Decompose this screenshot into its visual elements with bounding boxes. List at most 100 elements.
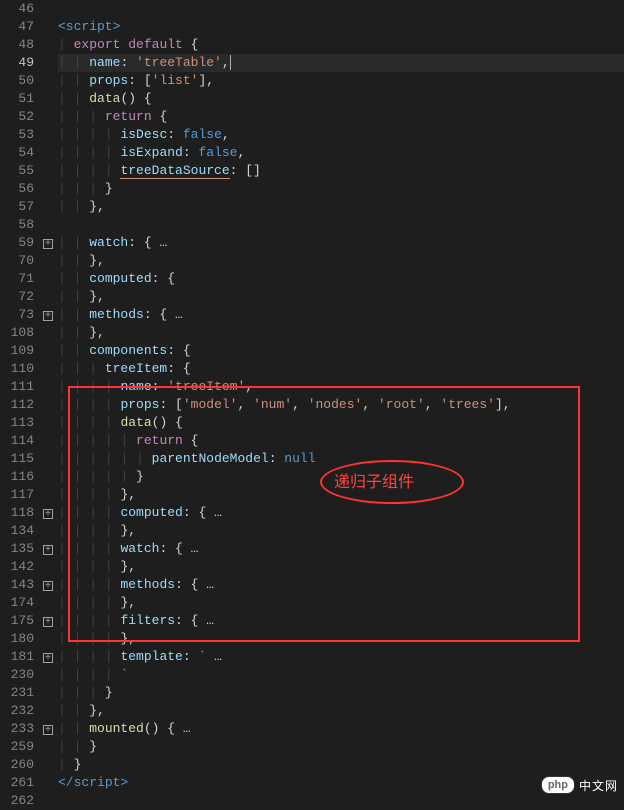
code-line[interactable]: <script> bbox=[58, 18, 624, 36]
indent-guide: | bbox=[58, 469, 74, 484]
indent-guide: | bbox=[74, 721, 90, 736]
code-line[interactable]: | | methods: { … bbox=[58, 306, 624, 324]
indent-guide: | bbox=[89, 127, 105, 142]
fold-expand-icon[interactable]: + bbox=[43, 653, 53, 663]
fold-cell[interactable]: + bbox=[40, 612, 56, 630]
indent-guide: | bbox=[74, 163, 90, 178]
code-line[interactable] bbox=[58, 0, 624, 18]
code-line[interactable]: </script> bbox=[58, 774, 624, 792]
code-line[interactable]: | | mounted() { … bbox=[58, 720, 624, 738]
code-line[interactable]: | | | | ` bbox=[58, 666, 624, 684]
fold-cell[interactable]: + bbox=[40, 234, 56, 252]
code-line[interactable]: | export default { bbox=[58, 36, 624, 54]
token-prop: props bbox=[120, 397, 159, 412]
token-ellip: … bbox=[183, 541, 199, 556]
code-line[interactable]: | } bbox=[58, 756, 624, 774]
indent-guide: | bbox=[89, 667, 105, 682]
code-line[interactable]: | | }, bbox=[58, 252, 624, 270]
code-line[interactable]: | | | return { bbox=[58, 108, 624, 126]
fold-expand-icon[interactable]: + bbox=[43, 725, 53, 735]
fold-expand-icon[interactable]: + bbox=[43, 509, 53, 519]
code-line[interactable]: | | data() { bbox=[58, 90, 624, 108]
indent-guide: | bbox=[89, 595, 105, 610]
indent-guide: | bbox=[89, 433, 105, 448]
code-line[interactable]: | | | | computed: { … bbox=[58, 504, 624, 522]
code-line[interactable]: | | | | filters: { … bbox=[58, 612, 624, 630]
token-punc: } bbox=[89, 739, 97, 754]
code-line[interactable]: | | | | }, bbox=[58, 630, 624, 648]
line-number: 111 bbox=[0, 378, 40, 396]
code-line[interactable]: | | }, bbox=[58, 198, 624, 216]
fold-cell bbox=[40, 684, 56, 702]
indent-guide: | bbox=[105, 451, 121, 466]
code-editor[interactable]: 4647484950515253545556575859707172731081… bbox=[0, 0, 624, 800]
code-line[interactable]: | | | | watch: { … bbox=[58, 540, 624, 558]
code-line[interactable]: | | | | isExpand: false, bbox=[58, 144, 624, 162]
code-line[interactable]: | | | | | | parentNodeModel: null bbox=[58, 450, 624, 468]
line-number: 230 bbox=[0, 666, 40, 684]
indent-guide: | bbox=[74, 685, 90, 700]
fold-cell[interactable]: + bbox=[40, 720, 56, 738]
code-line[interactable]: | | | | name: 'treeItem', bbox=[58, 378, 624, 396]
code-line[interactable]: | | | treeItem: { bbox=[58, 360, 624, 378]
code-line[interactable]: | | components: { bbox=[58, 342, 624, 360]
code-line[interactable]: | | watch: { … bbox=[58, 234, 624, 252]
code-line[interactable]: | | props: ['list'], bbox=[58, 72, 624, 90]
code-line[interactable]: | | | | | return { bbox=[58, 432, 624, 450]
token-prop: name bbox=[89, 55, 120, 70]
fold-cell[interactable]: + bbox=[40, 306, 56, 324]
code-line[interactable]: | | | } bbox=[58, 180, 624, 198]
fold-expand-icon[interactable]: + bbox=[43, 617, 53, 627]
code-line[interactable]: | | | | }, bbox=[58, 522, 624, 540]
code-line[interactable]: | | }, bbox=[58, 702, 624, 720]
token-punc: , bbox=[222, 127, 230, 142]
fold-expand-icon[interactable]: + bbox=[43, 545, 53, 555]
code-line[interactable]: | | }, bbox=[58, 324, 624, 342]
token-prop: parentNodeModel bbox=[152, 451, 269, 466]
indent-guide: | bbox=[58, 127, 74, 142]
token-tag: <script> bbox=[58, 19, 120, 34]
indent-guide: | bbox=[74, 73, 90, 88]
code-line[interactable]: | | | | isDesc: false, bbox=[58, 126, 624, 144]
fold-cell[interactable]: + bbox=[40, 540, 56, 558]
code-area[interactable]: <script> | export default {| | name: 'tre… bbox=[56, 0, 624, 800]
code-line[interactable]: | | } bbox=[58, 738, 624, 756]
fold-expand-icon[interactable]: + bbox=[43, 581, 53, 591]
indent-guide: | bbox=[58, 685, 74, 700]
code-line[interactable]: | | | | }, bbox=[58, 594, 624, 612]
code-line[interactable]: | | | | data() { bbox=[58, 414, 624, 432]
code-line[interactable]: | | | | }, bbox=[58, 486, 624, 504]
token-punc: : { bbox=[159, 541, 182, 556]
code-line[interactable]: | | computed: { bbox=[58, 270, 624, 288]
indent-guide: | bbox=[58, 397, 74, 412]
fold-cell bbox=[40, 450, 56, 468]
fold-expand-icon[interactable]: + bbox=[43, 239, 53, 249]
code-line[interactable]: | | | | }, bbox=[58, 558, 624, 576]
token-kw: default bbox=[128, 37, 183, 52]
fold-cell[interactable]: + bbox=[40, 576, 56, 594]
indent-guide: | bbox=[58, 163, 74, 178]
code-line[interactable]: | | | } bbox=[58, 684, 624, 702]
line-number: 59 bbox=[0, 234, 40, 252]
fold-expand-icon[interactable]: + bbox=[43, 311, 53, 321]
code-line[interactable] bbox=[58, 216, 624, 234]
code-line[interactable]: | | | | treeDataSource: [] bbox=[58, 162, 624, 180]
code-line[interactable]: | | | | props: ['model', 'num', 'nodes',… bbox=[58, 396, 624, 414]
fold-gutter[interactable]: + + + + + + + + bbox=[40, 0, 56, 800]
code-line[interactable]: | | | | template: ` … bbox=[58, 648, 624, 666]
line-number: 46 bbox=[0, 0, 40, 18]
fold-cell[interactable]: + bbox=[40, 504, 56, 522]
code-line[interactable]: | | name: 'treeTable', bbox=[58, 54, 624, 72]
code-line[interactable] bbox=[58, 792, 624, 810]
code-line[interactable]: | | | | | } bbox=[58, 468, 624, 486]
code-line[interactable]: | | | | methods: { … bbox=[58, 576, 624, 594]
indent-guide: | bbox=[58, 505, 74, 520]
indent-guide: | bbox=[136, 451, 152, 466]
token-prop: name bbox=[120, 379, 151, 394]
watermark: php 中文网 bbox=[541, 776, 618, 794]
fold-cell[interactable]: + bbox=[40, 648, 56, 666]
text-cursor bbox=[230, 55, 231, 70]
token-str: ` bbox=[120, 667, 128, 682]
indent-guide: | bbox=[74, 361, 90, 376]
code-line[interactable]: | | }, bbox=[58, 288, 624, 306]
